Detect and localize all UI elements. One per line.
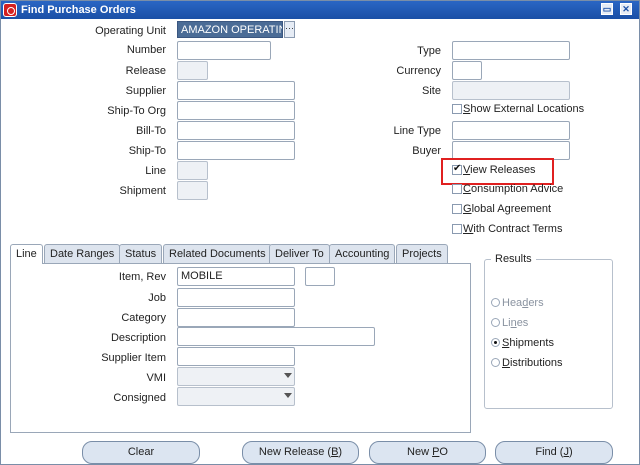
new-po-button[interactable]: New PO [369,441,486,464]
results-group [484,259,613,409]
job-field[interactable] [177,288,295,307]
radio-distributions-label: Distributions [502,357,563,369]
radio-headers[interactable] [491,298,500,307]
consumption-advice-checkbox[interactable] [452,184,462,194]
tab-accounting[interactable]: Accounting [329,244,396,263]
supplier-label: Supplier [125,85,166,97]
radio-headers-label: Headers [502,297,544,309]
number-field[interactable] [177,41,271,60]
minimize-button[interactable]: ▭ [601,3,613,15]
type-field[interactable] [452,41,570,60]
ship-to-org-label: Ship-To Org [107,105,166,117]
supplier-field[interactable] [177,81,295,100]
description-field[interactable] [177,327,375,346]
release-field[interactable] [177,61,208,80]
operating-unit-label: Operating Unit [95,25,166,37]
radio-shipments[interactable] [491,338,500,347]
with-contract-terms-label: With Contract Terms [463,223,563,235]
oracle-app-icon [3,3,17,17]
radio-shipments-label: Shipments [502,337,554,349]
description-label: Description [110,332,166,344]
line-type-label: Line Type [393,125,441,137]
results-title: Results [491,253,536,265]
with-contract-terms-checkbox[interactable] [452,224,462,234]
currency-label: Currency [396,65,441,77]
line-field[interactable] [177,161,208,180]
chevron-down-icon [284,373,292,378]
tab-status[interactable]: Status [119,244,163,263]
show-external-locations-checkbox[interactable] [452,104,462,114]
release-label: Release [125,65,166,77]
clear-button[interactable]: Clear [82,441,200,464]
tab-date-ranges[interactable]: Date Ranges [44,244,121,263]
vmi-select[interactable] [177,367,295,386]
supplier-item-field[interactable] [177,347,295,366]
operating-unit-lov-button[interactable]: ··· [284,21,295,38]
tab-deliver-to[interactable]: Deliver To [269,244,330,263]
consumption-advice-label: Consumption Advice [463,183,564,195]
radio-lines-label: Lines [502,317,529,329]
ship-to-org-field[interactable] [177,101,295,120]
chevron-down-icon [284,393,292,398]
global-agreement-label: Global Agreement [463,203,552,215]
bill-to-field[interactable] [177,121,295,140]
shipment-field[interactable] [177,181,208,200]
supplier-item-label: Supplier Item [101,352,166,364]
find-purchase-orders-window: Find Purchase Orders ▭ ✕ Operating Unit … [0,0,640,465]
shipment-label: Shipment [119,185,166,197]
find-button[interactable]: Find (J) [495,441,613,464]
view-releases-highlight [441,158,554,185]
revision-field[interactable] [305,267,335,286]
ship-to-label: Ship-To [128,145,166,157]
tab-related-documents[interactable]: Related Documents [163,244,272,263]
type-label: Type [417,45,441,57]
line-label: Line [145,165,166,177]
ship-to-field[interactable] [177,141,295,160]
bill-to-label: Bill-To [136,125,166,137]
line-type-field[interactable] [452,121,570,140]
title-bar: Find Purchase Orders ▭ ✕ [1,1,639,19]
radio-lines[interactable] [491,318,500,327]
global-agreement-checkbox[interactable] [452,204,462,214]
show-external-locations-label: Show External Locations [463,103,585,115]
operating-unit-field[interactable]: AMAZON OPERATIN [177,21,283,38]
item-field[interactable]: MOBILE [177,267,295,286]
radio-distributions[interactable] [491,358,500,367]
number-label: Number [126,44,166,56]
consigned-select[interactable] [177,387,295,406]
job-label: Job [148,292,166,304]
tab-projects[interactable]: Projects [396,244,448,263]
consigned-label: Consigned [113,392,166,404]
vmi-label: VMI [146,372,166,384]
category-label: Category [121,312,166,324]
category-field[interactable] [177,308,295,327]
tab-line[interactable]: Line [10,244,43,264]
currency-field[interactable] [452,61,482,80]
close-button[interactable]: ✕ [620,3,632,15]
item-rev-label: Item, Rev [118,271,166,283]
site-label: Site [422,85,441,97]
buyer-label: Buyer [412,145,441,157]
new-release-button[interactable]: New Release (B) [242,441,359,464]
window-title: Find Purchase Orders [21,4,136,16]
site-field[interactable] [452,81,570,100]
